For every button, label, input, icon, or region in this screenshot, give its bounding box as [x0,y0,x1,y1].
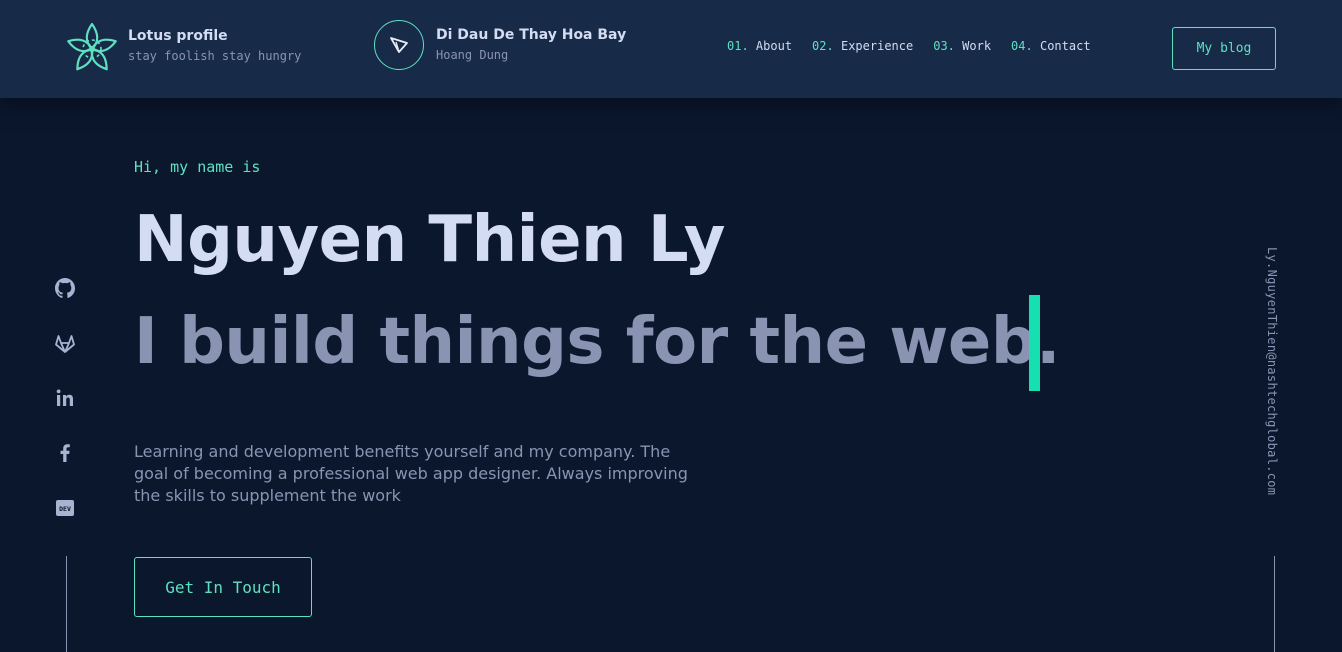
paper-plane-icon [374,20,424,70]
nav-label: Work [962,39,992,53]
brand-lotus-profile[interactable]: Lotus profile stay foolish stay hungry [66,20,301,72]
gitlab-icon[interactable] [53,331,77,355]
brand-title: Lotus profile [128,28,228,44]
left-rail-line [66,556,67,652]
nav-label: Contact [1039,39,1091,53]
linkedin-icon[interactable] [53,386,77,410]
brand-di-dau-de-thay-hoa-bay[interactable]: Di Dau De Thay Hoa Bay Hoang Dung [374,20,626,70]
hero-intro: Learning and development benefits yourse… [134,442,688,505]
nav-number: 03. [933,39,955,53]
social-links: DEV [53,276,77,520]
nav-label: About [755,39,793,53]
nav-label: Experience [840,39,914,53]
hero-tagline: I build things for the web. [134,305,1060,379]
nav-link-work[interactable]: 03. Work [933,39,991,53]
nav-number: 04. [1011,39,1033,53]
brand-subtitle: Hoang Dung [436,48,509,62]
hero-name: Nguyen Thien Ly [134,203,725,277]
lotus-logo-icon [66,20,118,72]
nav-number: 02. [812,39,834,53]
nav-number: 01. [727,39,749,53]
brand-text: Di Dau De Thay Hoa Bay Hoang Dung [436,25,626,65]
right-rail-line [1274,556,1275,652]
get-in-touch-button[interactable]: Get In Touch [134,557,312,617]
brand-subtitle: stay foolish stay hungry [128,49,302,63]
email-link[interactable]: Ly.NguyenThien@nashtechglobal.com [1265,247,1279,495]
svg-text:DEV: DEV [59,505,71,513]
my-blog-button[interactable]: My blog [1172,27,1276,70]
dev-icon[interactable]: DEV [53,496,77,520]
typing-cursor [1029,295,1040,391]
brand-title: Di Dau De Thay Hoa Bay [436,27,627,43]
site-header: Lotus profile stay foolish stay hungry D… [0,0,1342,98]
nav-link-about[interactable]: 01. About [727,39,792,53]
main-nav: 01. About 02. Experience 03. Work 04. Co… [727,39,1091,53]
hero-greeting: Hi, my name is [134,158,261,176]
nav-link-contact[interactable]: 04. Contact [1011,39,1091,53]
github-icon[interactable] [53,276,77,300]
facebook-icon[interactable] [53,441,77,465]
brand-text: Lotus profile stay foolish stay hungry [128,26,301,66]
nav-link-experience[interactable]: 02. Experience [812,39,913,53]
